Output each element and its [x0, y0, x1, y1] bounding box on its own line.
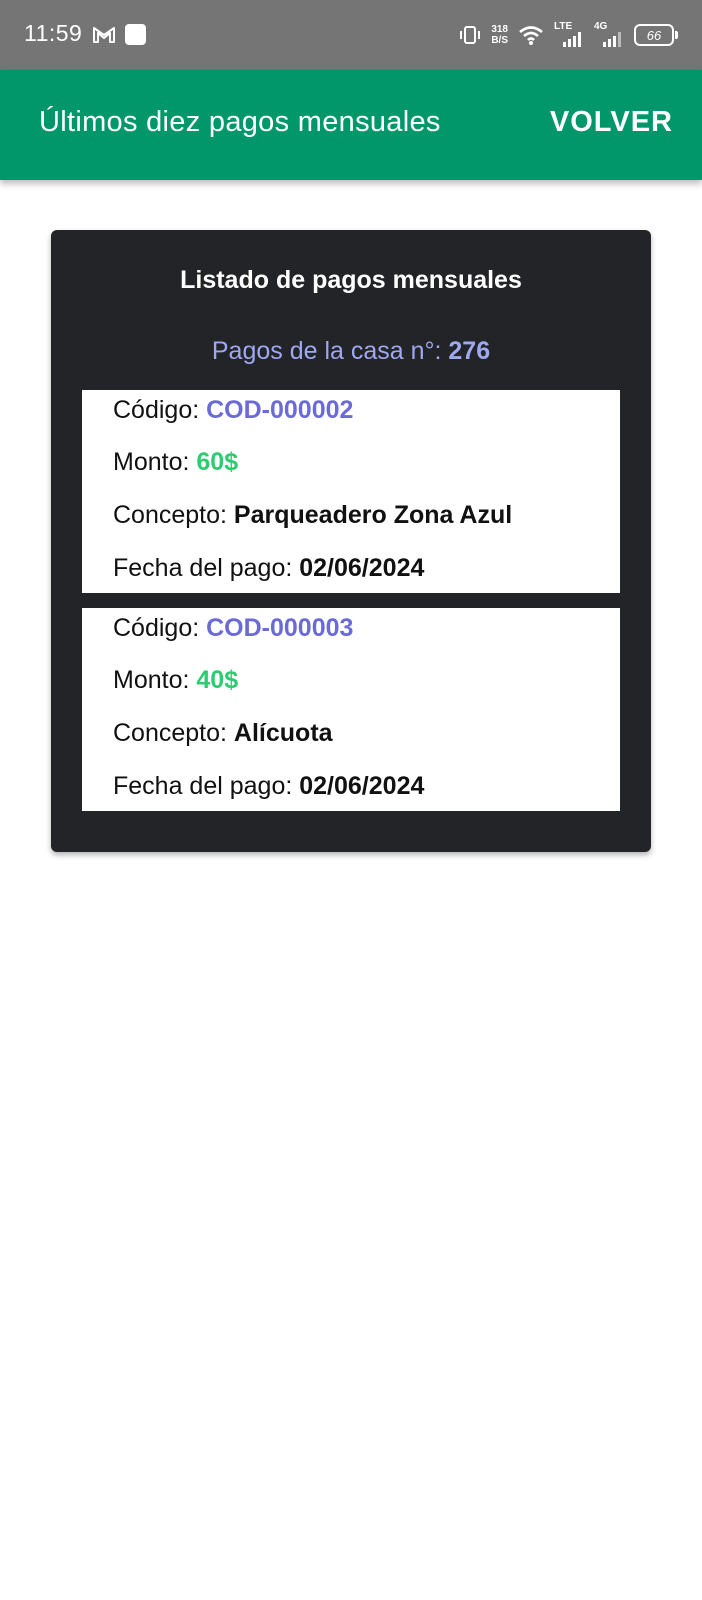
- status-bar: 11:59 318 B/S LTE 4G 66: [0, 0, 702, 70]
- code-label: Código:: [113, 614, 200, 642]
- payment-date-row: Fecha del pago: 02/06/2024: [113, 772, 424, 801]
- net-speed-unit: B/S: [491, 35, 508, 46]
- signal-icon: [603, 32, 621, 47]
- payment-date-row: Fecha del pago: 02/06/2024: [113, 554, 424, 583]
- payment-code-row: Código: COD-000003: [113, 614, 353, 643]
- wifi-icon: [519, 26, 543, 45]
- page-title: Últimos diez pagos mensuales: [39, 106, 441, 138]
- net-speed: 318 B/S: [491, 24, 508, 46]
- gmail-icon: [93, 27, 115, 43]
- concept-label: Concepto:: [113, 501, 227, 529]
- payment-amount: 40$: [196, 666, 239, 694]
- house-number: 276: [448, 337, 491, 365]
- card-title: Listado de pagos mensuales: [180, 266, 522, 294]
- payment-amount-row: Monto: 60$: [113, 448, 238, 477]
- lte-signal: LTE: [554, 21, 584, 49]
- status-time: 11:59: [24, 20, 83, 46]
- payment-concept-row: Concepto: Alícuota: [113, 719, 333, 748]
- house-label: Pagos de la casa n°:: [211, 337, 442, 365]
- signal-icon: [563, 32, 581, 47]
- payment-date: 02/06/2024: [299, 554, 425, 582]
- payment-concept-row: Concepto: Parqueadero Zona Azul: [113, 501, 512, 530]
- vibrate-icon: [460, 26, 481, 44]
- payment-amount: 60$: [196, 448, 239, 476]
- payment-item: Código: COD-000003 Monto: 40$ Concepto: …: [82, 608, 620, 811]
- concept-label: Concepto:: [113, 719, 227, 747]
- date-label: Fecha del pago:: [113, 554, 293, 582]
- payment-date: 02/06/2024: [299, 772, 425, 800]
- payment-code: COD-000003: [206, 614, 354, 642]
- 4g-signal: 4G: [594, 21, 624, 49]
- payment-item: Código: COD-000002 Monto: 60$ Concepto: …: [82, 390, 620, 593]
- app-bar: Últimos diez pagos mensuales VOLVER: [0, 70, 702, 180]
- payment-code-row: Código: COD-000002: [113, 396, 353, 425]
- payments-card: Listado de pagos mensuales Pagos de la c…: [51, 230, 651, 852]
- back-button[interactable]: VOLVER: [550, 106, 673, 139]
- code-label: Código:: [113, 396, 200, 424]
- battery-level: 66: [646, 27, 662, 43]
- date-label: Fecha del pago:: [113, 772, 293, 800]
- notification-square-icon: [125, 24, 146, 45]
- payment-concept: Alícuota: [233, 719, 333, 747]
- battery-icon: 66: [634, 24, 678, 46]
- payment-code: COD-000002: [206, 396, 354, 424]
- amount-label: Monto:: [113, 448, 190, 476]
- net-speed-value: 318: [491, 24, 508, 35]
- status-icons: 318 B/S LTE 4G 66: [459, 18, 678, 52]
- payment-concept: Parqueadero Zona Azul: [233, 501, 513, 529]
- amount-label: Monto:: [113, 666, 190, 694]
- house-subtitle: Pagos de la casa n°: 276: [51, 337, 651, 366]
- payment-amount-row: Monto: 40$: [113, 666, 238, 695]
